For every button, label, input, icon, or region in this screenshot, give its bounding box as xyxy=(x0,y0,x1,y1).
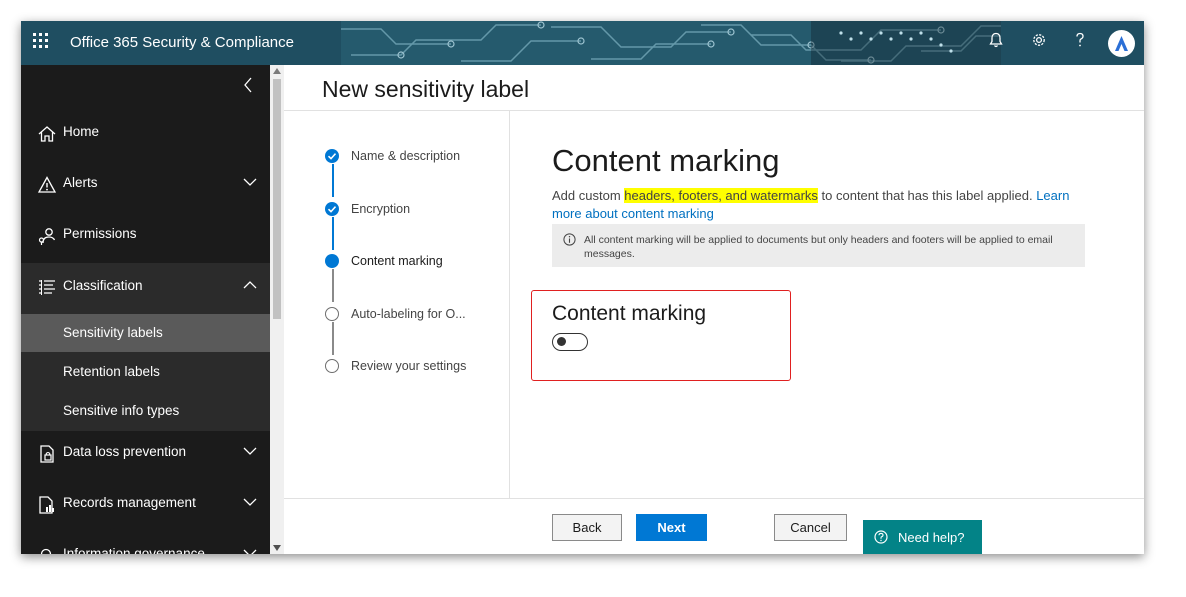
sidebar-subitem-retention-labels[interactable]: Retention labels xyxy=(21,353,270,391)
sidebar: Home Alerts Permissions Classification S… xyxy=(21,65,270,554)
step-connector xyxy=(332,164,334,197)
description-text: Add custom xyxy=(552,188,625,203)
permissions-icon xyxy=(38,228,56,245)
step-label: Auto-labeling for O... xyxy=(351,307,466,321)
sidebar-item-permissions[interactable]: Permissions xyxy=(21,211,270,261)
step-label: Name & description xyxy=(351,149,461,163)
gear-icon[interactable] xyxy=(1028,32,1050,54)
need-help-label: Need help? xyxy=(898,530,965,545)
sidebar-item-alerts[interactable]: Alerts xyxy=(21,160,270,210)
top-bar: Office 365 Security & Compliance xyxy=(21,21,1144,65)
steps-divider xyxy=(509,111,510,498)
sidebar-item-label: Data loss prevention xyxy=(63,444,187,459)
dlp-icon xyxy=(40,445,54,463)
info-icon xyxy=(563,233,576,246)
chevron-down-icon[interactable] xyxy=(243,497,257,507)
collapse-nav-icon[interactable] xyxy=(243,77,253,98)
footer-divider xyxy=(284,498,1144,499)
app-launcher-icon[interactable] xyxy=(33,33,49,49)
content-marking-toggle-label: Content marking xyxy=(552,302,707,325)
back-button[interactable]: Back xyxy=(552,514,622,541)
step-complete-icon xyxy=(325,202,339,216)
governance-icon xyxy=(40,548,52,554)
step-label: Content marking xyxy=(351,254,443,268)
classification-submenu: Sensitivity labels Retention labels Sens… xyxy=(21,314,270,431)
content-marking-toggle[interactable] xyxy=(552,333,588,351)
step-pending-icon xyxy=(325,359,339,373)
home-icon xyxy=(38,126,56,142)
toggle-knob xyxy=(557,337,566,346)
chevron-up-icon[interactable] xyxy=(243,280,257,290)
help-circle-icon xyxy=(874,530,888,544)
step-connector xyxy=(332,269,334,302)
sidebar-subitem-sensitivity-labels[interactable]: Sensitivity labels xyxy=(21,314,270,352)
app-window: Office 365 Security & Compliance Home Al… xyxy=(21,21,1144,554)
chevron-down-icon[interactable] xyxy=(243,548,257,554)
need-help-button[interactable]: Need help? xyxy=(863,520,982,554)
description-text: to content that has this label applied. xyxy=(817,188,1037,203)
section-description: Add custom headers, footers, and waterma… xyxy=(552,187,1082,223)
step-complete-icon xyxy=(325,149,339,163)
step-connector xyxy=(332,217,334,250)
step-pending-icon xyxy=(325,307,339,321)
avatar[interactable] xyxy=(1108,30,1135,57)
step-label: Review your settings xyxy=(351,359,467,373)
sidebar-item-classification[interactable]: Classification xyxy=(21,263,270,314)
sidebar-item-label: Home xyxy=(63,124,100,139)
info-message: All content marking will be applied to d… xyxy=(552,224,1085,267)
cancel-button[interactable]: Cancel xyxy=(774,514,847,541)
chevron-down-icon[interactable] xyxy=(243,177,257,187)
section-heading: Content marking xyxy=(552,143,780,178)
scroll-up-arrow-icon[interactable] xyxy=(273,68,281,74)
sidebar-scrollbar[interactable] xyxy=(270,65,284,554)
records-icon xyxy=(39,496,54,514)
sidebar-item-data-loss-prevention[interactable]: Data loss prevention xyxy=(21,429,270,479)
sidebar-item-home[interactable]: Home xyxy=(21,109,270,159)
sidebar-item-label: Alerts xyxy=(63,175,98,190)
sidebar-item-label: Records management xyxy=(63,495,196,510)
alert-icon xyxy=(37,176,57,193)
help-icon[interactable] xyxy=(1069,32,1091,54)
sidebar-item-label: Classification xyxy=(63,278,143,293)
chevron-down-icon[interactable] xyxy=(243,446,257,456)
step-connector xyxy=(332,322,334,355)
sidebar-item-label: Information governance xyxy=(63,546,205,554)
description-highlight: headers, footers, and watermarks xyxy=(624,188,818,203)
next-button[interactable]: Next xyxy=(636,514,707,541)
sidebar-item-information-governance[interactable]: Information governance xyxy=(21,531,270,554)
sidebar-item-label: Permissions xyxy=(63,226,137,241)
sidebar-subitem-sensitive-info-types[interactable]: Sensitive info types xyxy=(21,392,270,430)
info-text: All content marking will be applied to d… xyxy=(584,234,1053,260)
header-divider xyxy=(284,110,1144,111)
step-current-icon xyxy=(325,254,339,268)
app-title[interactable]: Office 365 Security & Compliance xyxy=(70,34,294,51)
scrollbar-thumb[interactable] xyxy=(273,79,281,319)
sidebar-item-records-management[interactable]: Records management xyxy=(21,480,270,530)
header-circuit-art xyxy=(341,21,1001,65)
step-label: Encryption xyxy=(351,202,411,216)
bell-icon[interactable] xyxy=(985,32,1007,54)
page-title: New sensitivity label xyxy=(322,76,530,102)
classification-icon xyxy=(39,280,55,295)
scroll-down-arrow-icon[interactable] xyxy=(273,545,281,551)
